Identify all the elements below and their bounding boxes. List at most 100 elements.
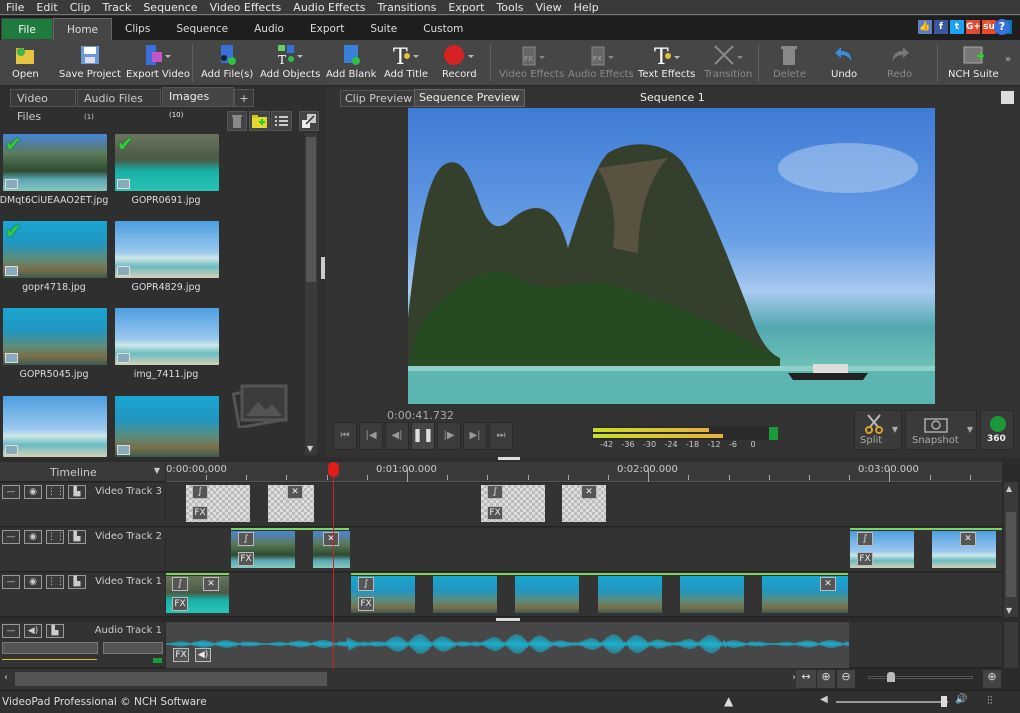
ribbon-tab-audio[interactable]: Audio [241, 18, 297, 40]
media-bin-scrollbar[interactable]: ▲ ▼ [305, 133, 317, 455]
track-lane[interactable]: ∫ FX ✕ ∫ FX ✕ [166, 528, 1002, 572]
lock-icon[interactable]: ▙ [68, 530, 86, 544]
save-project-button[interactable]: Save Project [59, 43, 121, 80]
track-volume-slider[interactable] [2, 642, 98, 654]
transition-icon[interactable]: ✕ [323, 532, 339, 546]
speaker-icon[interactable]: ◀) [24, 624, 42, 638]
fx-icon[interactable]: FX [172, 597, 188, 611]
menu-file[interactable]: File [0, 1, 30, 14]
fade-icon[interactable]: ∫ [192, 485, 208, 499]
ribbon-tab-clips[interactable]: Clips [112, 18, 163, 40]
twitter-icon[interactable]: t [950, 20, 964, 34]
fx-icon[interactable]: FX [358, 597, 374, 611]
menu-sequence[interactable]: Sequence [137, 1, 203, 14]
menu-transitions[interactable]: Transitions [371, 1, 442, 14]
zoom-selection-button[interactable]: ⊕ [817, 670, 835, 688]
collapse-track-icon[interactable]: — [2, 485, 20, 499]
menu-view[interactable]: View [530, 1, 568, 14]
next-frame-button[interactable]: ▶| [463, 422, 487, 450]
timeline-clip[interactable]: ✕ [762, 576, 848, 613]
collapse-ribbon-icon[interactable]: ^ [984, 21, 992, 31]
fx-icon[interactable]: FX [192, 506, 208, 520]
step-back-button[interactable]: ◀| [385, 422, 409, 450]
360-video-button[interactable]: 360 [980, 410, 1014, 450]
timeline-clip[interactable]: ✕ [268, 485, 314, 522]
transition-icon[interactable]: ✕ [960, 532, 976, 546]
open-button[interactable]: Open [12, 43, 39, 80]
preview-splitter-handle[interactable] [498, 457, 520, 460]
timeline-clip[interactable]: ∫ FX [186, 485, 250, 522]
google-plus-icon[interactable]: G+ [966, 20, 981, 34]
menu-export[interactable]: Export [442, 1, 490, 14]
timeline-clip[interactable]: ∫ FX [850, 531, 914, 568]
group-icon[interactable]: ⋮⋮ [46, 575, 65, 589]
transition-icon[interactable]: ✕ [287, 485, 303, 499]
timeline-clip[interactable] [433, 576, 497, 613]
menu-tools[interactable]: Tools [490, 1, 529, 14]
timeline-ruler[interactable]: 0:00:00,0000:01:00.0000:02:00.0000:03:00… [166, 462, 1002, 482]
timeline-clip[interactable]: ∫∫FX✕ [166, 576, 229, 613]
timeline-clip[interactable]: ∫ FX [231, 531, 295, 568]
master-volume-slider[interactable] [836, 696, 948, 707]
add-tab-button[interactable]: + [234, 89, 254, 107]
lock-icon[interactable]: ▙ [68, 485, 86, 499]
video-tracks-scrollbar[interactable]: ▲ ▼ [1004, 482, 1018, 617]
redo-button[interactable]: Redo [887, 43, 912, 80]
image-thumbnail[interactable] [115, 396, 219, 457]
fx-icon[interactable]: FX [238, 552, 254, 566]
add-files-button[interactable]: Add File(s) [201, 43, 253, 80]
eye-icon[interactable]: ◉ [24, 530, 42, 544]
timeline-clip[interactable] [680, 576, 744, 613]
add-blank-button[interactable]: Add Blank [326, 43, 376, 80]
image-thumbnail[interactable] [115, 221, 219, 278]
timeline-zoom-slider[interactable] [868, 672, 973, 682]
mixer-icon[interactable]: ⫶⫶ [987, 694, 993, 708]
tab-images[interactable]: Images (10) [162, 87, 234, 119]
snapshot-dropdown-icon[interactable]: ▼ [967, 425, 973, 434]
toggle-panel-icon[interactable]: ▲ [724, 694, 733, 708]
tab-sequence-preview[interactable]: Sequence Preview [414, 89, 525, 107]
transition-icon[interactable]: ✕ [820, 577, 836, 591]
image-thumbnail[interactable] [115, 308, 219, 365]
tab-clip-preview[interactable]: Clip Preview [340, 90, 418, 107]
export-video-button[interactable]: Export Video [126, 43, 190, 80]
undock-panel-button[interactable] [299, 111, 319, 131]
undo-button[interactable]: Undo [831, 43, 857, 80]
collapse-track-icon[interactable]: — [2, 624, 20, 638]
fade-icon[interactable]: ∫ [857, 532, 873, 546]
playhead-handle[interactable] [328, 462, 339, 477]
track-lane[interactable]: ∫∫FX✕ ∫ FX ✕ [166, 573, 1002, 617]
menu-video-effects[interactable]: Video Effects [204, 1, 288, 14]
track-lane[interactable]: FX ◀) [166, 622, 1018, 668]
track-splitter-handle[interactable] [496, 618, 520, 621]
collapse-track-icon[interactable]: — [2, 530, 20, 544]
audio-volume-icon[interactable]: ◀) [195, 648, 211, 662]
timeline-clip[interactable]: ✕ [313, 531, 350, 568]
record-button[interactable]: Record [442, 43, 477, 80]
ribbon-tab-custom[interactable]: Custom [410, 18, 476, 40]
add-title-button[interactable]: T Add Title [384, 43, 428, 80]
timeline-horizontal-scrollbar[interactable]: ‹ › [0, 669, 800, 689]
transition-icon[interactable]: ✕ [581, 485, 597, 499]
track-lane[interactable]: ∫ FX ✕ ∫ FX ✕ [166, 483, 1002, 527]
image-thumbnail[interactable]: ✔ [3, 221, 107, 278]
fade-icon[interactable]: ∫ [358, 577, 374, 591]
track-pan-slider[interactable] [103, 642, 163, 654]
previous-frame-button[interactable]: |◀ [359, 422, 383, 450]
fx-icon[interactable]: FX [487, 506, 503, 520]
ribbon-tab-sequence[interactable]: Sequence [163, 18, 241, 40]
facebook-icon[interactable]: f [934, 20, 948, 34]
ribbon-tab-file[interactable]: File [1, 18, 53, 40]
timeline-header[interactable]: Timeline ▼ [0, 462, 165, 482]
undock-preview-icon[interactable] [1001, 91, 1014, 104]
nch-suite-button[interactable]: NCH Suite [948, 43, 999, 80]
go-to-end-button[interactable]: ⏭ [489, 422, 513, 450]
thumbs-up-icon[interactable]: 👍 [918, 20, 932, 34]
fade-icon[interactable]: ∫ [238, 532, 254, 546]
add-objects-button[interactable]: T Add Objects [260, 43, 320, 80]
fit-timeline-button[interactable]: ↔ [796, 670, 816, 688]
audio-scrollbar[interactable] [1004, 622, 1018, 668]
audio-fx-icon[interactable]: FX [173, 648, 189, 662]
pause-button[interactable]: ❚❚ [411, 422, 435, 450]
zoom-out-button[interactable]: ⊖ [837, 670, 855, 688]
